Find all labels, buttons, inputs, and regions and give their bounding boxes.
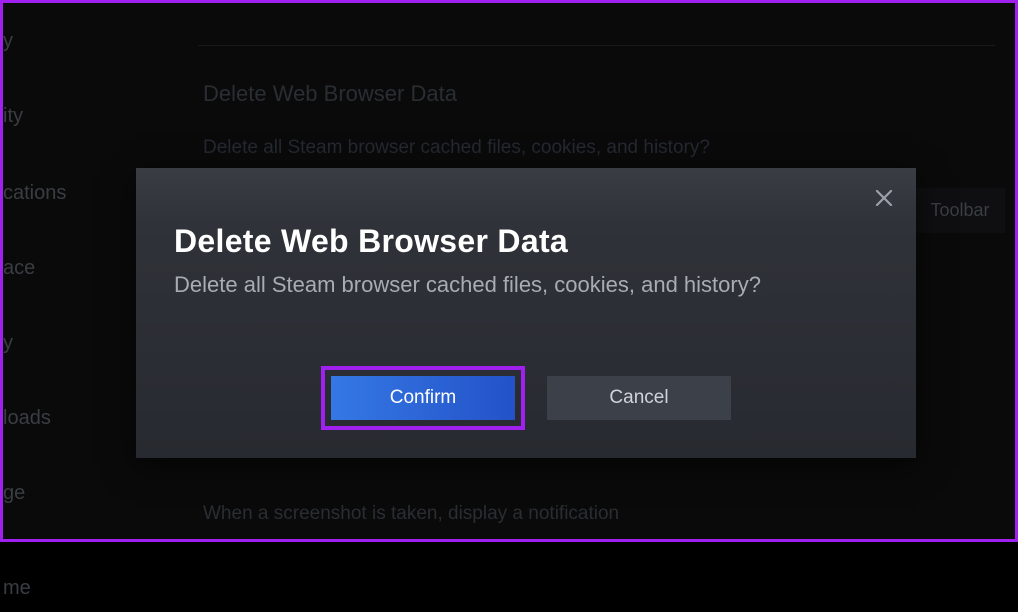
- bg-section-heading: Delete Web Browser Data: [203, 81, 457, 107]
- cancel-button[interactable]: Cancel: [547, 376, 731, 420]
- confirm-button[interactable]: Confirm: [331, 376, 515, 420]
- bg-notification-text: When a screenshot is taken, display a no…: [203, 503, 619, 525]
- sidebar-item[interactable]: ge: [3, 470, 143, 517]
- dialog-button-row: Confirm Cancel: [136, 366, 916, 430]
- sidebar-item[interactable]: loads: [3, 395, 143, 442]
- sidebar: y ity cations ace y loads ge me: [3, 3, 143, 539]
- sidebar-item[interactable]: me: [3, 565, 143, 612]
- toolbar-dropdown[interactable]: Toolbar: [915, 188, 1005, 233]
- sidebar-item[interactable]: y: [3, 320, 143, 367]
- bg-section-subtext: Delete all Steam browser cached files, c…: [203, 137, 710, 159]
- divider: [198, 45, 995, 46]
- dialog-subtitle: Delete all Steam browser cached files, c…: [174, 272, 761, 298]
- close-icon: [875, 189, 893, 212]
- highlight-annotation: Confirm: [321, 366, 525, 430]
- dialog-title: Delete Web Browser Data: [174, 223, 568, 260]
- close-button[interactable]: [872, 188, 896, 212]
- confirm-dialog: Delete Web Browser Data Delete all Steam…: [136, 168, 916, 458]
- sidebar-item[interactable]: ace: [3, 245, 143, 292]
- cancel-wrapper: Cancel: [547, 366, 731, 430]
- sidebar-item[interactable]: y: [3, 18, 143, 65]
- sidebar-item[interactable]: cations: [3, 170, 143, 217]
- sidebar-item[interactable]: ity: [3, 93, 143, 140]
